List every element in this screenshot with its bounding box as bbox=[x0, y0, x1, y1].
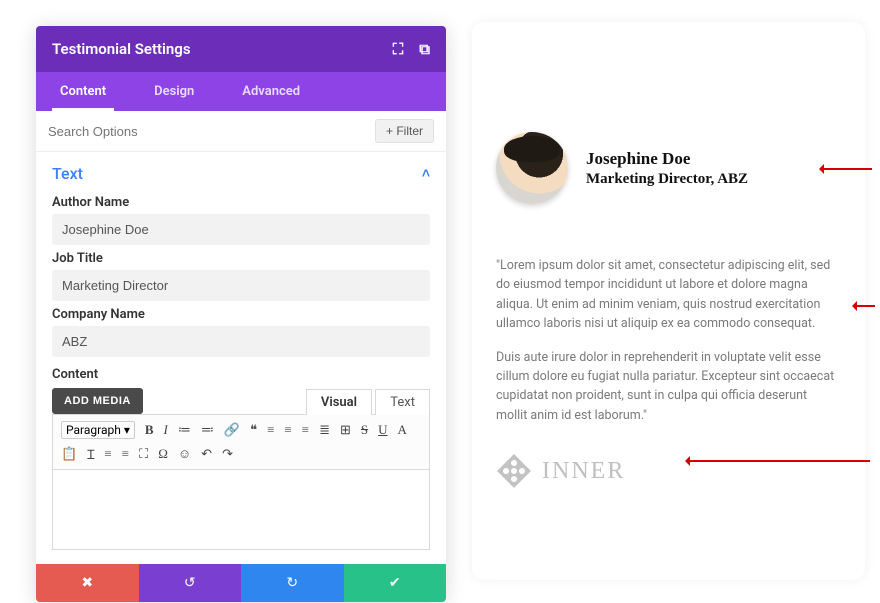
editor-tab-text[interactable]: Text bbox=[375, 389, 430, 415]
paste-icon[interactable]: 📋 bbox=[61, 446, 77, 462]
outdent-icon[interactable]: ≡ bbox=[104, 446, 111, 462]
tab-design[interactable]: Design bbox=[130, 72, 218, 111]
testimonial-p1: "Lorem ipsum dolor sit amet, consectetur… bbox=[496, 256, 841, 334]
company-label: Company Name bbox=[52, 307, 430, 322]
indent-icon[interactable]: ≡ bbox=[122, 446, 129, 462]
redo-icon[interactable]: ↷ bbox=[222, 446, 233, 462]
preview-card: Josephine Doe Marketing Director, ABZ "L… bbox=[472, 22, 865, 580]
section-header[interactable]: Text ˄ bbox=[52, 164, 430, 189]
redo-button[interactable]: ↻ bbox=[241, 564, 344, 602]
field-job: Job Title bbox=[52, 251, 430, 301]
content-label: Content bbox=[52, 367, 430, 382]
undo-button[interactable]: ↺ bbox=[139, 564, 242, 602]
job-label: Job Title bbox=[52, 251, 430, 266]
save-button[interactable]: ✔ bbox=[344, 564, 447, 602]
text-color-icon[interactable]: A bbox=[398, 422, 407, 438]
expand-icon[interactable]: ⛶ bbox=[393, 40, 404, 58]
arrow-icon bbox=[855, 305, 875, 307]
avatar bbox=[496, 132, 568, 204]
search-row: + Filter bbox=[36, 111, 446, 152]
tab-content[interactable]: Content bbox=[36, 72, 130, 111]
editor-tab-visual[interactable]: Visual bbox=[306, 389, 372, 415]
layout-icon[interactable]: ⧉ bbox=[419, 40, 430, 58]
job-input[interactable] bbox=[52, 270, 430, 301]
tab-advanced[interactable]: Advanced bbox=[218, 72, 324, 111]
link-icon[interactable]: 🔗 bbox=[224, 422, 240, 438]
align-center-icon[interactable]: ≡ bbox=[284, 422, 291, 438]
editor-tabs: Visual Text bbox=[306, 388, 430, 414]
panel-title: Testimonial Settings bbox=[52, 40, 191, 58]
clear-format-icon[interactable]: Ɪ bbox=[87, 445, 94, 463]
footer-actions: ✖ ↺ ↻ ✔ bbox=[36, 564, 446, 602]
undo-icon[interactable]: ↶ bbox=[201, 446, 212, 462]
emoji-icon[interactable]: ☺ bbox=[178, 446, 191, 462]
logo-text: INNER bbox=[542, 458, 625, 485]
section-text: Text ˄ Author Name Job Title Company Nam… bbox=[36, 152, 446, 554]
filter-button[interactable]: + Filter bbox=[375, 119, 434, 143]
justify-icon[interactable]: ≣ bbox=[319, 422, 330, 438]
author-input[interactable] bbox=[52, 214, 430, 245]
bold-icon[interactable]: B bbox=[145, 422, 154, 438]
paragraph-select[interactable]: Paragraph ▾ bbox=[61, 421, 135, 439]
arrow-icon bbox=[688, 460, 870, 462]
align-right-icon[interactable]: ≡ bbox=[302, 422, 309, 438]
company-input[interactable] bbox=[52, 326, 430, 357]
testimonial-body: "Lorem ipsum dolor sit amet, consectetur… bbox=[496, 256, 841, 425]
profile-text: Josephine Doe Marketing Director, ABZ bbox=[586, 149, 748, 188]
cancel-button[interactable]: ✖ bbox=[36, 564, 139, 602]
logo-icon bbox=[496, 453, 532, 489]
profile-row: Josephine Doe Marketing Director, ABZ bbox=[496, 132, 841, 204]
search-input[interactable] bbox=[48, 124, 375, 139]
profile-title: Marketing Director, ABZ bbox=[586, 171, 748, 188]
bullet-list-icon[interactable]: ≔ bbox=[178, 422, 191, 438]
special-char-icon[interactable]: Ω bbox=[158, 446, 168, 462]
profile-name: Josephine Doe bbox=[586, 149, 748, 169]
editor-toolbar: Paragraph ▾ B I ≔ ≕ 🔗 ❝ ≡ ≡ ≡ ≣ ⊞ S U A … bbox=[52, 414, 430, 470]
fullscreen-icon[interactable]: ⛶ bbox=[139, 446, 148, 462]
author-label: Author Name bbox=[52, 195, 430, 210]
underline-icon[interactable]: U bbox=[378, 422, 387, 438]
number-list-icon[interactable]: ≕ bbox=[201, 422, 214, 438]
field-author: Author Name bbox=[52, 195, 430, 245]
testimonial-p2: Duis aute irure dolor in reprehenderit i… bbox=[496, 348, 841, 426]
table-icon[interactable]: ⊞ bbox=[340, 422, 351, 438]
italic-icon[interactable]: I bbox=[164, 422, 168, 438]
section-title: Text bbox=[52, 164, 83, 183]
add-media-button[interactable]: ADD MEDIA bbox=[52, 388, 143, 414]
tabs: Content Design Advanced bbox=[36, 72, 446, 111]
quote-icon[interactable]: ❝ bbox=[250, 422, 257, 438]
field-company: Company Name bbox=[52, 307, 430, 357]
align-left-icon[interactable]: ≡ bbox=[267, 422, 274, 438]
chevron-up-icon: ˄ bbox=[422, 165, 430, 182]
strike-icon[interactable]: S bbox=[361, 422, 368, 438]
chevron-down-icon: ▾ bbox=[124, 423, 130, 437]
company-logo: INNER bbox=[496, 453, 841, 489]
panel-header-icons: ⛶ ⧉ bbox=[393, 40, 430, 58]
editor-area[interactable] bbox=[52, 470, 430, 550]
arrow-icon bbox=[822, 168, 872, 170]
settings-panel: Testimonial Settings ⛶ ⧉ Content Design … bbox=[36, 26, 446, 602]
panel-header: Testimonial Settings ⛶ ⧉ bbox=[36, 26, 446, 72]
